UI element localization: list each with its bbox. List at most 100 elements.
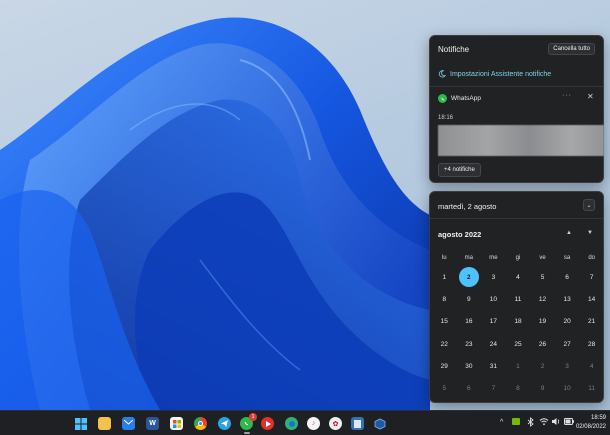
calendar-day[interactable]: 9	[530, 377, 555, 399]
calendar-day[interactable]: 4	[579, 355, 604, 377]
calendar-day[interactable]: 19	[530, 311, 555, 333]
volume-icon[interactable]	[552, 417, 561, 428]
chevron-up-icon[interactable]: ^	[500, 419, 503, 426]
calendar-day[interactable]: 11	[579, 377, 604, 399]
more-notifications-button[interactable]: +4 notifiche	[438, 163, 481, 177]
weekday-label: do	[588, 255, 595, 261]
wifi-icon[interactable]	[539, 417, 549, 428]
calendar-day[interactable]: 12	[530, 288, 555, 310]
clock-time: 18:59	[590, 415, 606, 421]
divider	[430, 86, 603, 87]
notification-content-blurred[interactable]	[438, 125, 604, 156]
next-month-icon[interactable]: ▼	[587, 230, 593, 236]
weekday-label: gi	[515, 255, 521, 261]
calendar-week-row: 5 6 7 8 9 10 11	[432, 377, 604, 399]
taskbar: W 1 ♪ ✿ ^ 18:59 02/08/2022	[0, 410, 610, 435]
whatsapp-icon	[438, 94, 447, 103]
calendar-day[interactable]: 31	[481, 355, 506, 377]
calendar-day[interactable]: 23	[457, 333, 482, 355]
calendar-day[interactable]: 6	[555, 266, 580, 288]
photos-icon[interactable]: ✿	[329, 417, 342, 430]
whatsapp-taskbar-icon[interactable]: 1	[240, 413, 257, 430]
notification-app-header: WhatsApp	[438, 94, 481, 103]
calendar-day[interactable]: 9	[457, 288, 482, 310]
calendar-day[interactable]: 16	[457, 311, 482, 333]
calendar-day[interactable]: 26	[530, 333, 555, 355]
calendar-day[interactable]: 11	[506, 288, 531, 310]
file-explorer-icon[interactable]	[98, 417, 111, 430]
calendar-day[interactable]: 20	[555, 311, 580, 333]
media-player-icon[interactable]	[261, 417, 274, 430]
nvidia-icon[interactable]	[512, 418, 520, 425]
calendar-day[interactable]: 5	[530, 266, 555, 288]
calendar-day[interactable]: 21	[579, 311, 604, 333]
calendar-day[interactable]: 25	[506, 333, 531, 355]
weekday-label: sa	[563, 255, 571, 261]
bluetooth-icon[interactable]	[526, 417, 535, 429]
calendar-day[interactable]: 14	[579, 288, 604, 310]
edge-icon[interactable]	[285, 417, 298, 430]
word-icon[interactable]: W	[146, 417, 159, 430]
calendar-date-header: martedì, 2 agosto	[438, 202, 497, 211]
calendar-day[interactable]: 2	[457, 266, 482, 288]
calendar-day[interactable]: 10	[555, 377, 580, 399]
weekday-label: ve	[539, 255, 546, 261]
store-icon[interactable]	[170, 417, 183, 430]
calendar-week-row: 8 9 10 11 12 13 14	[432, 288, 604, 310]
calendar-week-row: 1234567	[432, 266, 604, 288]
calendar-day[interactable]: 24	[481, 333, 506, 355]
calendar-flyout: martedì, 2 agosto ⌄ agosto 2022 ▲ ▼ lu ma…	[429, 191, 604, 403]
clear-all-button[interactable]: Cancella tutto	[548, 43, 595, 55]
calendar-day[interactable]: 27	[555, 333, 580, 355]
telegram-icon[interactable]	[218, 417, 231, 430]
weekday-label: me	[489, 255, 498, 261]
taskbar-clock[interactable]: 18:59 02/08/2022	[576, 414, 606, 432]
battery-icon[interactable]	[564, 418, 574, 427]
calendar-month-label[interactable]: agosto 2022	[438, 230, 481, 239]
focus-assist-settings-link[interactable]: Impostazioni Assistente notifiche	[438, 70, 551, 78]
calendar-day[interactable]: 8	[432, 288, 457, 310]
previous-month-icon[interactable]: ▲	[566, 230, 572, 236]
calendar-week-row: 29 30 31 1 2 3 4	[432, 355, 604, 377]
clock-date: 02/08/2022	[575, 424, 606, 430]
calendar-day[interactable]: 4	[506, 266, 531, 288]
calendar-day[interactable]: 7	[481, 377, 506, 399]
calendar-day[interactable]: 18	[506, 311, 531, 333]
calendar-day[interactable]: 17	[481, 311, 506, 333]
calendar-day[interactable]: 7	[579, 266, 604, 288]
chevron-down-icon[interactable]: ⌄	[583, 199, 595, 211]
moon-icon	[438, 70, 446, 78]
calendar-day[interactable]: 8	[506, 377, 531, 399]
calendar-day[interactable]: 3	[481, 266, 506, 288]
notification-center: Notifiche Cancella tutto Impostazioni As…	[429, 35, 604, 183]
calendar-day[interactable]: 15	[432, 311, 457, 333]
notification-center-title: Notifiche	[438, 45, 470, 54]
calendar-day[interactable]: 29	[432, 355, 457, 377]
active-app-indicator	[243, 432, 250, 434]
calendar-day[interactable]: 28	[579, 333, 604, 355]
notification-time: 18:16	[438, 115, 454, 121]
calendar-day[interactable]: 13	[555, 288, 580, 310]
calendar-day[interactable]: 6	[457, 377, 482, 399]
notification-badge: 1	[249, 413, 257, 421]
calendar-day[interactable]: 5	[432, 377, 457, 399]
calendar-week-row: 22 23 24 25 26 27 28	[432, 333, 604, 355]
chrome-icon[interactable]	[194, 417, 207, 430]
calendar-day[interactable]: 22	[432, 333, 457, 355]
notepad-icon[interactable]	[351, 417, 364, 430]
calendar-day[interactable]: 30	[457, 355, 482, 377]
close-icon[interactable]: ✕	[587, 92, 594, 101]
virtualbox-icon[interactable]	[373, 417, 386, 430]
calendar-day[interactable]: 1	[432, 266, 457, 288]
start-icon[interactable]	[74, 417, 87, 430]
more-options-icon[interactable]: ···	[562, 92, 572, 99]
weekday-label: ma	[464, 255, 474, 261]
calendar-day[interactable]: 3	[555, 355, 580, 377]
calendar-day[interactable]: 2	[530, 355, 555, 377]
music-icon[interactable]: ♪	[307, 417, 320, 430]
calendar-day[interactable]: 1	[506, 355, 531, 377]
calendar-day[interactable]: 10	[481, 288, 506, 310]
divider	[430, 218, 603, 219]
mail-icon[interactable]	[122, 417, 135, 430]
calendar-week-row: 15 16 17 18 19 20 21	[432, 311, 604, 333]
